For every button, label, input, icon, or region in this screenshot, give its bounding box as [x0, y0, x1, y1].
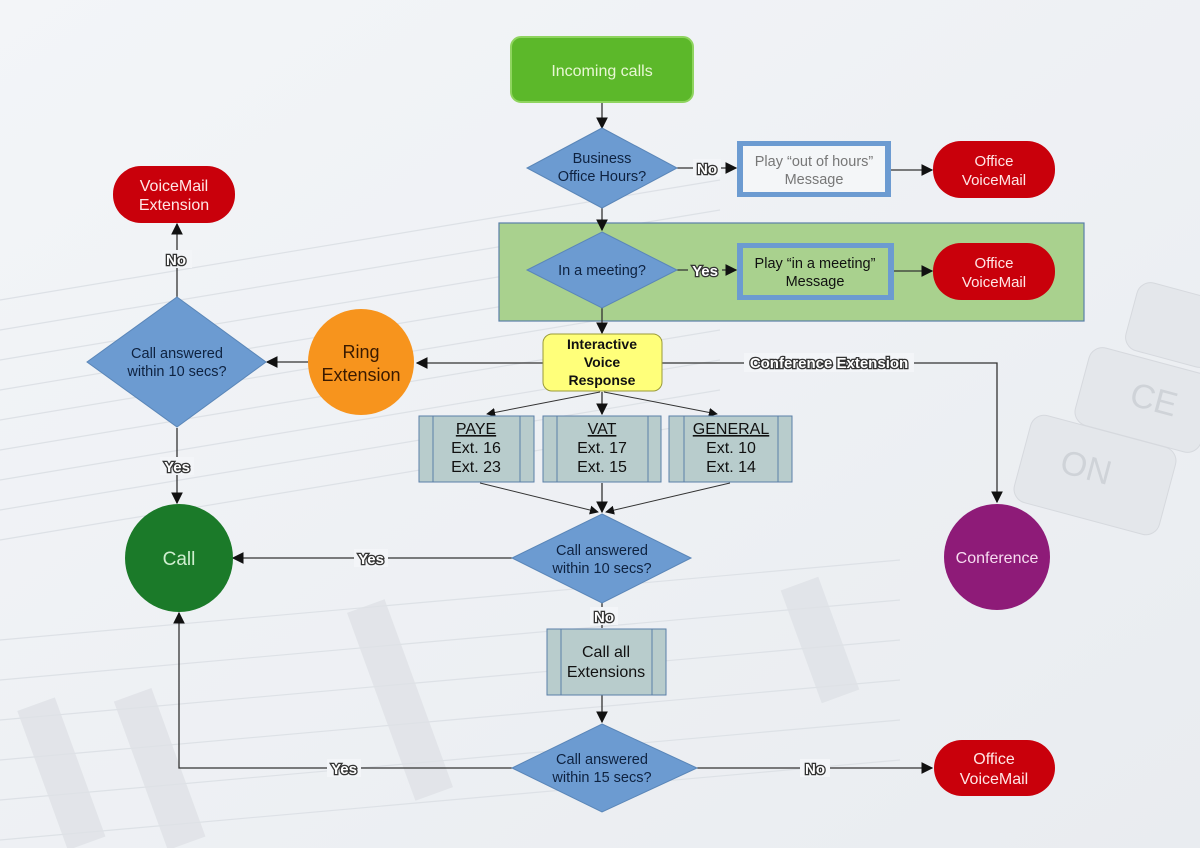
call-flow-diagram: Incoming calls Business Office Hours? Pl…	[86, 36, 1085, 813]
vat-extension-box[interactable]: VAT Ext. 17 Ext. 15	[542, 415, 662, 483]
paye-title: PAYE	[456, 421, 496, 438]
answered-10-center-line1: Call answered	[556, 543, 648, 559]
vat-title: VAT	[588, 421, 617, 438]
out-of-hours-message-node[interactable]: Play “out of hours” Message	[737, 141, 891, 197]
ring-extension-line1: Ring	[342, 342, 379, 362]
call-all-line1: Call all	[582, 644, 630, 661]
ring-extension-line2: Extension	[321, 365, 400, 385]
voicemail-extension-terminal[interactable]: VoiceMail Extension	[113, 166, 235, 223]
edge-label-conference-extension: Conference Extension	[750, 355, 908, 372]
business-hours-decision[interactable]: Business Office Hours?	[525, 127, 679, 209]
meeting-message-line2: Message	[786, 274, 845, 290]
conference-label: Conference	[956, 550, 1039, 567]
ivr-line3: Response	[569, 372, 636, 388]
answered-15-decision[interactable]: Call answered within 15 secs?	[510, 723, 699, 813]
incoming-calls-node[interactable]: Incoming calls	[510, 36, 694, 103]
meeting-message-line1: Play “in a meeting”	[755, 256, 876, 272]
edge-label-meeting-yes: Yes	[692, 263, 718, 280]
vat-ext-1: Ext. 17	[577, 440, 627, 457]
general-extension-box[interactable]: GENERAL Ext. 10 Ext. 14	[668, 415, 793, 483]
conference-node[interactable]: Conference	[944, 504, 1050, 610]
answered-15-line2: within 15 secs?	[551, 770, 651, 786]
incoming-calls-label: Incoming calls	[551, 63, 652, 80]
answered-10-left-line1: Call answered	[131, 346, 223, 362]
voicemail-extension-line1: VoiceMail	[140, 178, 208, 195]
call-node[interactable]: Call	[125, 504, 233, 612]
paye-ext-2: Ext. 23	[451, 459, 501, 476]
ring-extension-node[interactable]: Ring Extension	[308, 309, 414, 415]
edge-label-hours-no: No	[697, 161, 717, 178]
call-all-line2: Extensions	[567, 664, 645, 681]
business-hours-line1: Business	[573, 151, 632, 167]
paye-ext-1: Ext. 16	[451, 440, 501, 457]
general-ext-1: Ext. 10	[706, 440, 756, 457]
edge-bottom-yes	[173, 611, 512, 769]
answered-10-left-line2: within 10 secs?	[126, 364, 226, 380]
edge-label-center-yes: Yes	[358, 551, 384, 568]
office-voicemail-terminal-1[interactable]: Office VoiceMail	[933, 141, 1055, 198]
office-voicemail-2-line2: VoiceMail	[962, 274, 1026, 291]
office-voicemail-1-line1: Office	[975, 153, 1014, 170]
office-voicemail-terminal-3[interactable]: Office VoiceMail	[934, 740, 1055, 796]
ivr-node[interactable]: Interactive Voice Response	[542, 333, 663, 392]
meeting-message-node[interactable]: Play “in a meeting” Message	[737, 243, 894, 300]
office-voicemail-3-line1: Office	[973, 751, 1015, 768]
general-ext-2: Ext. 14	[706, 459, 756, 476]
edge-label-center-no: No	[594, 609, 614, 626]
edge-paye-to-decision	[479, 482, 599, 515]
general-title: GENERAL	[693, 421, 770, 438]
business-hours-line2: Office Hours?	[558, 169, 646, 185]
voicemail-extension-line2: Extension	[139, 197, 209, 214]
vat-ext-2: Ext. 15	[577, 459, 627, 476]
answered-10-center-line2: within 10 secs?	[551, 561, 651, 577]
answered-15-line1: Call answered	[556, 752, 648, 768]
edge-label-bottom-no: No	[805, 761, 825, 778]
ivr-line1: Interactive	[567, 336, 637, 352]
office-voicemail-3-line2: VoiceMail	[960, 771, 1028, 788]
edge-label-left-yes: Yes	[164, 459, 190, 476]
office-voicemail-terminal-2[interactable]: Office VoiceMail	[933, 243, 1055, 300]
call-label: Call	[163, 549, 196, 570]
paye-extension-box[interactable]: PAYE Ext. 16 Ext. 23	[418, 415, 535, 483]
edge-label-left-no: No	[166, 252, 186, 269]
out-of-hours-line1: Play “out of hours”	[755, 154, 874, 170]
answered-10-center-decision[interactable]: Call answered within 10 secs?	[510, 513, 693, 604]
call-all-extensions-box[interactable]: Call all Extensions	[546, 628, 667, 696]
edge-ivr-to-paye	[486, 391, 601, 417]
edge-ivr-to-general	[603, 391, 718, 417]
answered-10-left-decision[interactable]: Call answered within 10 secs?	[86, 296, 267, 428]
office-voicemail-1-line2: VoiceMail	[962, 172, 1026, 189]
out-of-hours-line2: Message	[785, 172, 844, 188]
edge-general-to-decision	[605, 482, 731, 515]
office-voicemail-2-line1: Office	[975, 255, 1014, 272]
edge-label-bottom-yes: Yes	[331, 761, 357, 778]
ivr-line2: Voice	[584, 354, 621, 370]
in-meeting-label: In a meeting?	[558, 263, 646, 279]
